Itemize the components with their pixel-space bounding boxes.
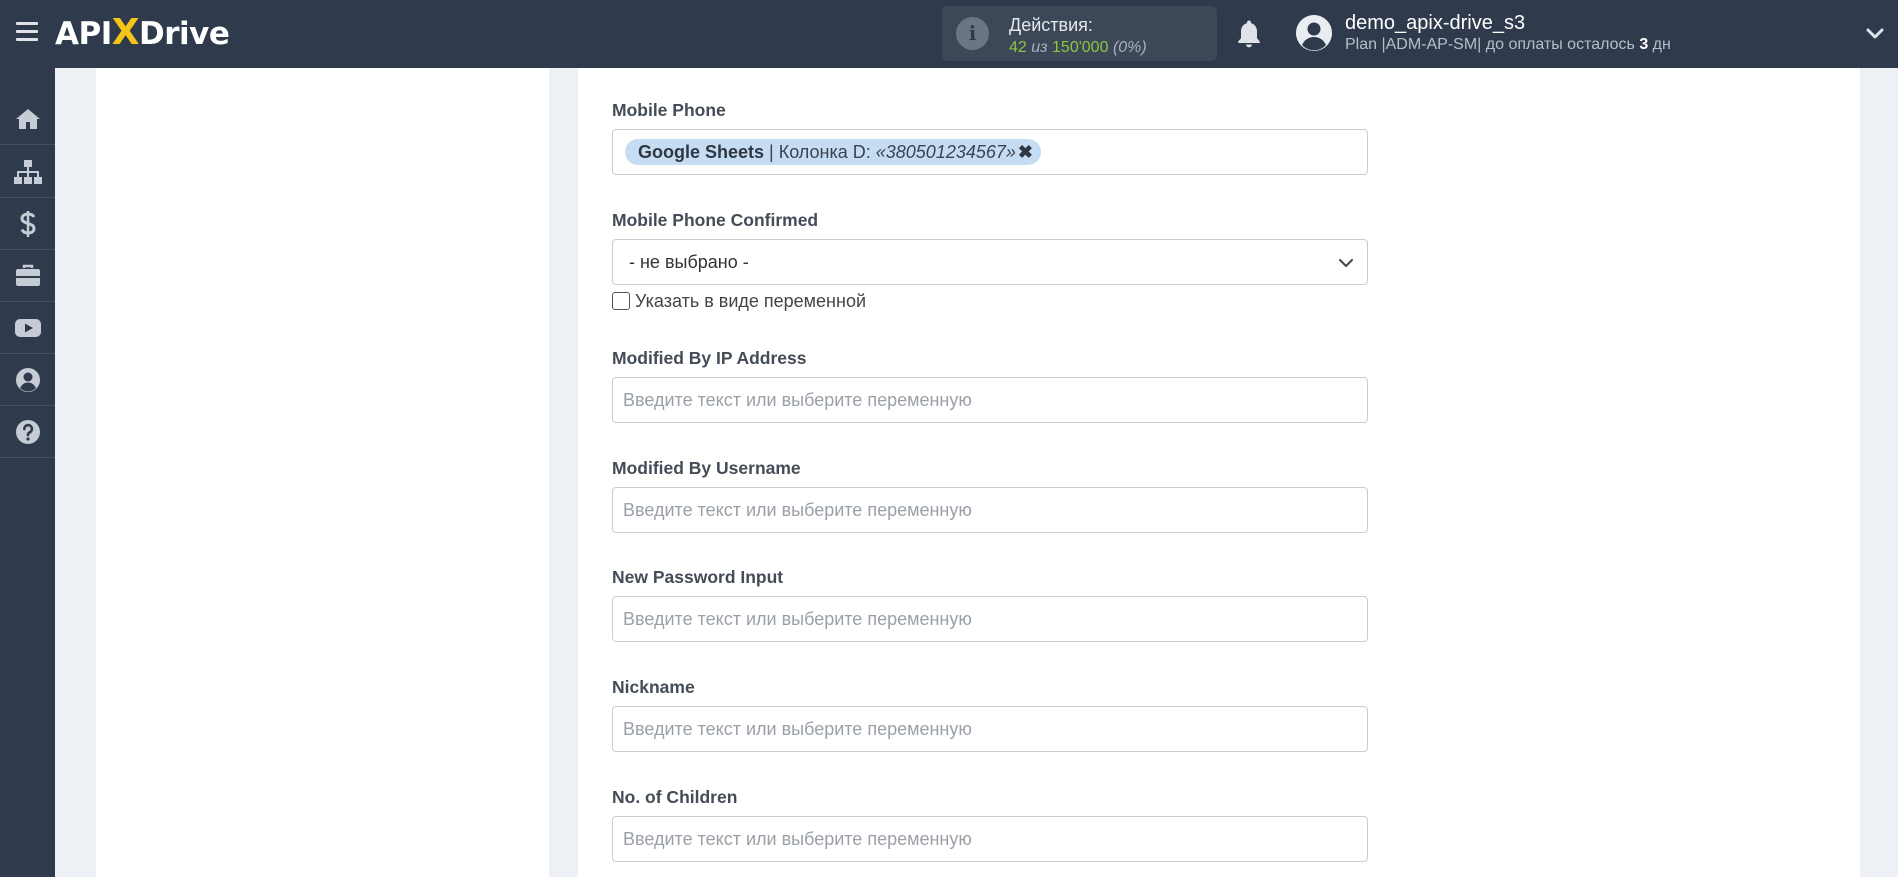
sidebar-item-help[interactable] (0, 406, 55, 458)
logo-suffix: Drive (139, 16, 230, 52)
actions-count: 42 из 150'000 (0%) (1009, 39, 1147, 57)
select-value: - не выбрано - (629, 252, 749, 272)
user-plan: Plan |ADM-AP-SM| до оплаты осталось 3 дн (1345, 36, 1671, 54)
briefcase-icon (15, 264, 40, 286)
mobile-phone-confirmed-select[interactable]: - не выбрано - (612, 239, 1368, 285)
modified-by-ip-input[interactable] (613, 378, 1367, 422)
plan-days-unit: дн (1648, 36, 1671, 53)
sitemap-icon (13, 159, 42, 184)
actions-used: 42 (1009, 39, 1027, 56)
actions-percent: (0%) (1112, 39, 1147, 56)
tag-remove-icon[interactable]: ✖ (1018, 142, 1033, 162)
sidebar-item-billing[interactable] (0, 198, 55, 250)
mobile-phone-label: Mobile Phone (612, 100, 726, 120)
user-icon (1296, 15, 1332, 51)
modified-by-username-input[interactable] (613, 488, 1367, 532)
left-panel (96, 68, 549, 877)
modified-by-username-label: Modified By Username (612, 458, 801, 478)
mobile-phone-confirmed-label: Mobile Phone Confirmed (612, 210, 819, 230)
home-icon (15, 108, 40, 129)
user-name[interactable]: demo_apix-drive_s3 (1345, 12, 1525, 35)
tag-column: | Колонка D: (764, 142, 876, 162)
as-variable-checkbox[interactable] (612, 292, 630, 310)
actions-title: Действия: (1009, 15, 1093, 35)
modified-by-ip-label: Modified By IP Address (612, 348, 807, 368)
tag-value: «380501234567» (875, 142, 1016, 162)
tag-source: Google Sheets (638, 142, 765, 162)
no-of-children-label: No. of Children (612, 787, 738, 807)
variable-tag: Google Sheets | Колонка D: «380501234567… (625, 139, 1041, 165)
sidebar-item-tasks[interactable] (0, 250, 55, 302)
as-variable-checkbox-row[interactable]: Указать в виде переменной (612, 290, 866, 312)
sidebar (0, 68, 55, 877)
user-circle-icon (15, 367, 40, 392)
modified-by-username-field[interactable] (612, 487, 1368, 533)
logo-x: X (111, 12, 140, 53)
new-password-input-label: New Password Input (612, 567, 784, 587)
dollar-icon (19, 210, 36, 237)
question-icon (15, 419, 40, 444)
youtube-icon (14, 318, 41, 337)
modified-by-ip-field[interactable] (612, 377, 1368, 423)
no-of-children-field[interactable] (612, 816, 1368, 862)
plan-days: 3 (1639, 36, 1649, 53)
apix-drive-logo[interactable]: APIXDrive (55, 11, 230, 55)
top-bar: APIXDrive i Действия: 42 из 150'000 (0%)… (0, 0, 1898, 68)
info-icon: i (956, 17, 989, 50)
sidebar-item-profile[interactable] (0, 354, 55, 406)
as-variable-checkbox-label[interactable]: Указать в виде переменной (635, 291, 866, 312)
nickname-label: Nickname (612, 677, 695, 697)
new-password-input-field[interactable] (612, 596, 1368, 642)
actions-separator: из (1026, 39, 1053, 56)
mobile-phone-field[interactable]: Google Sheets | Колонка D: «380501234567… (612, 129, 1368, 175)
chevron-down-icon (1339, 259, 1353, 267)
new-password-input[interactable] (613, 597, 1367, 641)
avatar[interactable] (1296, 15, 1332, 51)
sidebar-item-connections[interactable] (0, 146, 55, 198)
no-of-children-input[interactable] (613, 817, 1367, 861)
nickname-input[interactable] (613, 707, 1367, 751)
sidebar-item-video[interactable] (0, 302, 55, 354)
chevron-down-icon[interactable] (1865, 24, 1885, 44)
logo-prefix: API (55, 16, 112, 52)
plan-text: Plan |ADM-AP-SM| до оплаты осталось (1345, 36, 1640, 53)
actions-total: 150'000 (1052, 39, 1109, 56)
bell-icon[interactable] (1234, 18, 1264, 50)
menu-icon[interactable] (16, 22, 38, 42)
nickname-field[interactable] (612, 706, 1368, 752)
actions-counter[interactable]: i Действия: 42 из 150'000 (0%) (942, 6, 1217, 61)
sidebar-item-home[interactable] (0, 93, 55, 145)
